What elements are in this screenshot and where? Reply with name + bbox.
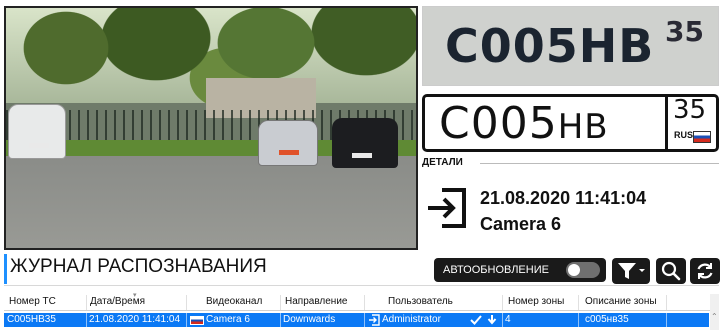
table-row[interactable]: С005НВ35 21.08.2020 11:41:04 Camera 6 Do… bbox=[4, 313, 709, 327]
journal-title: ЖУРНАЛ РАСПОЗНАВАНИЯ bbox=[10, 256, 267, 277]
entry-icon bbox=[369, 314, 380, 326]
arrow-down-icon bbox=[487, 315, 497, 325]
plate-crop-region: 35 bbox=[665, 15, 704, 48]
cell-separator bbox=[280, 313, 281, 327]
plate-digits: 005 bbox=[470, 98, 558, 149]
details-camera: Camera 6 bbox=[480, 214, 562, 234]
col-header-direction[interactable]: Направление bbox=[285, 296, 347, 307]
scroll-up-icon[interactable]: ⌃ bbox=[711, 312, 718, 321]
cell-zone-number: 4 bbox=[505, 314, 511, 325]
toggle-knob bbox=[568, 264, 580, 276]
plate-region: 35 bbox=[673, 95, 707, 125]
column-separator[interactable] bbox=[186, 295, 187, 310]
journal-accent-bar bbox=[4, 254, 7, 284]
filter-button[interactable] bbox=[612, 258, 650, 284]
parked-car-black bbox=[332, 118, 398, 168]
entry-direction-icon bbox=[428, 188, 466, 228]
cell-zone-description: с005нв35 bbox=[585, 314, 629, 325]
search-button[interactable] bbox=[656, 258, 686, 284]
cell-separator bbox=[502, 313, 503, 327]
car-plate bbox=[29, 143, 49, 148]
toggle-switch[interactable] bbox=[566, 262, 600, 278]
cell-separator bbox=[86, 313, 87, 327]
car-plate bbox=[279, 150, 299, 155]
cell-separator bbox=[578, 313, 579, 327]
plate-crop-image: С005НВ 35 bbox=[422, 6, 719, 86]
plate-divider bbox=[665, 97, 668, 149]
parked-car-white bbox=[8, 104, 66, 159]
cell-channel: Camera 6 bbox=[206, 314, 250, 325]
cell-direction: Downwards bbox=[283, 314, 336, 325]
cell-user: Administrator bbox=[382, 314, 441, 325]
col-header-zone-number[interactable]: Номер зоны bbox=[508, 296, 564, 307]
search-icon bbox=[661, 261, 681, 281]
column-separator[interactable] bbox=[86, 295, 87, 310]
table-header: Номер ТС ▾ Дата/Время Видеоканал Направл… bbox=[4, 292, 719, 311]
cell-datetime: 21.08.2020 11:41:04 bbox=[89, 314, 181, 325]
plate-country: RUS bbox=[674, 130, 694, 140]
column-separator[interactable] bbox=[578, 295, 579, 310]
column-separator[interactable] bbox=[502, 295, 503, 310]
cell-plate: С005НВ35 bbox=[7, 314, 56, 325]
refresh-button[interactable] bbox=[690, 258, 720, 284]
column-separator[interactable] bbox=[280, 295, 281, 310]
auto-refresh-toggle[interactable]: АВТООБНОВЛЕНИЕ bbox=[434, 258, 606, 282]
refresh-icon bbox=[697, 263, 713, 279]
cell-separator bbox=[186, 313, 187, 327]
details-datetime: 21.08.2020 11:41:04 bbox=[480, 188, 647, 208]
plate-series-2: НВ bbox=[557, 107, 609, 147]
app-root: С005НВ 35 С005НВ 35 RUS ДЕТАЛИ 21.08.202… bbox=[0, 0, 723, 330]
journal-divider bbox=[4, 285, 719, 286]
col-header-plate[interactable]: Номер ТС bbox=[9, 296, 56, 307]
camera-road bbox=[6, 156, 416, 248]
col-header-datetime[interactable]: Дата/Время bbox=[90, 296, 145, 307]
filter-icon bbox=[618, 263, 645, 279]
plate-number: С005НВ bbox=[439, 98, 609, 149]
details-divider bbox=[480, 163, 719, 164]
col-header-channel[interactable]: Видеоканал bbox=[206, 296, 262, 307]
column-separator[interactable] bbox=[666, 295, 667, 310]
col-header-zone-description[interactable]: Описание зоны bbox=[585, 296, 657, 307]
table-scrollbar[interactable]: ⌃ bbox=[710, 294, 719, 330]
column-separator[interactable] bbox=[364, 295, 365, 310]
russia-flag-icon bbox=[190, 316, 204, 325]
car-plate bbox=[352, 153, 372, 158]
cell-separator bbox=[666, 313, 667, 327]
plate-series-1: С bbox=[439, 98, 471, 149]
recognized-plate: С005НВ 35 RUS bbox=[422, 94, 719, 152]
auto-refresh-label: АВТООБНОВЛЕНИЕ bbox=[443, 264, 549, 276]
col-header-user[interactable]: Пользователь bbox=[388, 296, 453, 307]
details-header: ДЕТАЛИ bbox=[422, 157, 719, 171]
cell-separator bbox=[364, 313, 365, 327]
details-label: ДЕТАЛИ bbox=[422, 157, 463, 168]
camera-view[interactable] bbox=[4, 6, 418, 250]
parked-car-silver bbox=[258, 120, 318, 166]
plate-crop-text: С005НВ bbox=[445, 19, 655, 73]
russia-flag-icon bbox=[693, 131, 711, 143]
check-icon bbox=[470, 315, 482, 325]
